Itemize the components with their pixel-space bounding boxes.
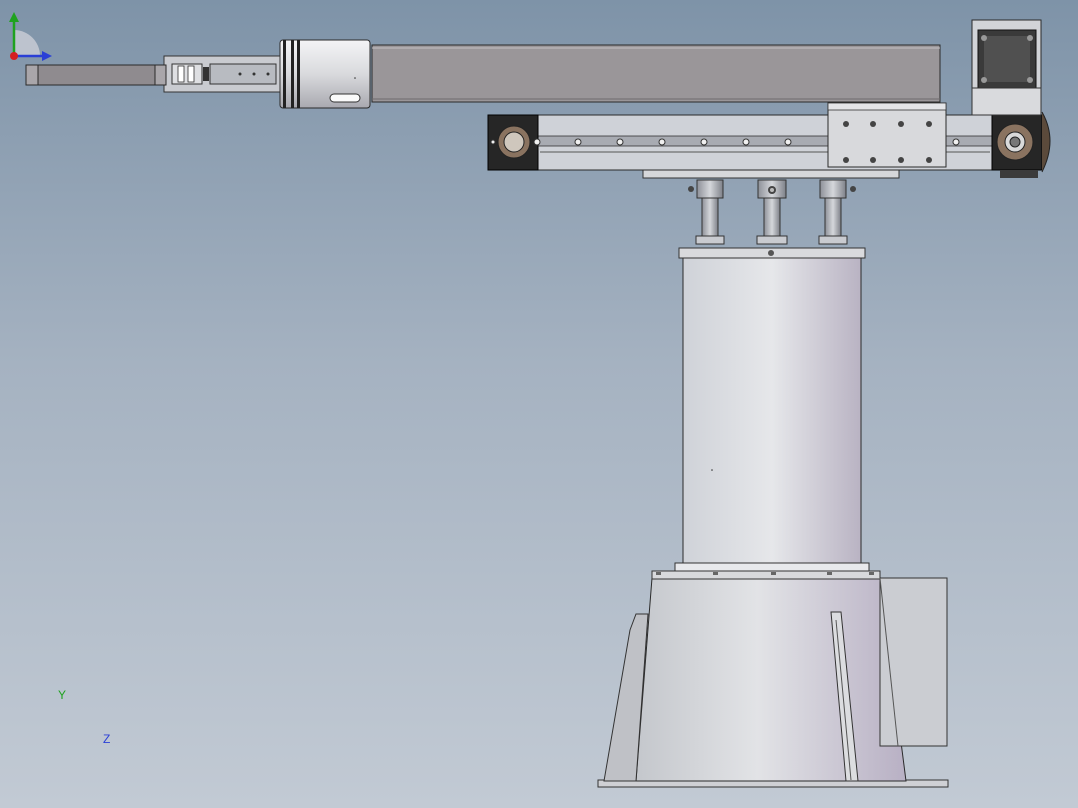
servo-motor[interactable]	[971, 19, 1042, 116]
y-axis-label: Y	[58, 688, 67, 702]
horizontal-arm[interactable]	[279, 39, 941, 109]
cad-viewport[interactable]: Y Z	[0, 0, 1078, 808]
orientation-triad	[9, 12, 52, 61]
robot-arm-model[interactable]	[0, 0, 1078, 808]
main-column[interactable]	[674, 247, 870, 572]
linear-slide-module[interactable]	[487, 102, 1051, 179]
guide-rods	[688, 179, 856, 245]
z-axis-label: Z	[103, 732, 111, 746]
base-pedestal[interactable]	[597, 570, 949, 788]
